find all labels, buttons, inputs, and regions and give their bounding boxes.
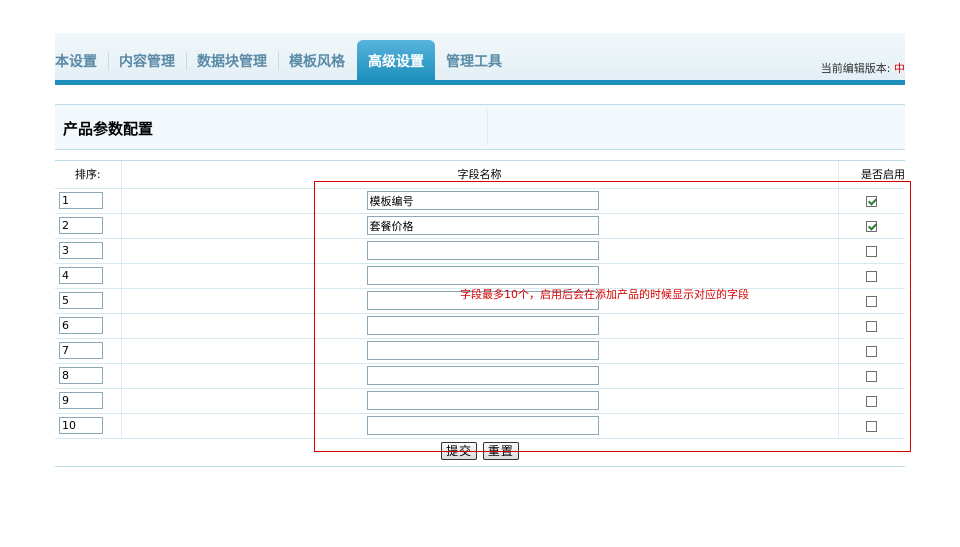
tab-data-block-management[interactable]: 数据块管理	[186, 40, 278, 80]
enabled-checkbox[interactable]	[866, 345, 878, 357]
nav-tabs: 本设置 内容管理 数据块管理 模板风格 高级设置 管理工具	[55, 40, 513, 80]
table-row	[55, 238, 905, 264]
header-order: 排序:	[55, 161, 122, 189]
field-name-input[interactable]	[366, 266, 599, 285]
reset-button[interactable]: 重置	[482, 441, 519, 460]
current-version: 当前编辑版本: 中	[821, 60, 905, 76]
order-input[interactable]	[59, 367, 103, 384]
field-name-input[interactable]	[366, 241, 599, 260]
enabled-cell	[838, 363, 905, 389]
field-name-cell	[121, 313, 839, 339]
enabled-checkbox[interactable]	[866, 395, 878, 407]
table-row	[55, 188, 905, 214]
enabled-checkbox[interactable]	[866, 320, 878, 332]
version-label: 当前编辑版本:	[820, 62, 891, 75]
tab-management-tools[interactable]: 管理工具	[435, 40, 513, 80]
order-input[interactable]	[59, 317, 103, 334]
order-input[interactable]	[59, 217, 103, 234]
enabled-checkbox[interactable]	[866, 270, 878, 282]
table-row	[55, 313, 905, 339]
field-name-input[interactable]	[366, 316, 599, 335]
enabled-checkbox[interactable]	[866, 220, 878, 232]
order-cell	[55, 388, 122, 414]
order-input[interactable]	[59, 342, 103, 359]
order-input[interactable]	[59, 417, 103, 434]
enabled-cell	[838, 188, 905, 214]
field-name-input[interactable]	[366, 416, 599, 435]
enabled-cell	[838, 313, 905, 339]
field-name-input[interactable]	[366, 216, 599, 235]
order-cell	[55, 313, 122, 339]
enabled-cell	[838, 238, 905, 264]
enabled-checkbox[interactable]	[866, 195, 878, 207]
field-name-cell	[121, 338, 839, 364]
enabled-checkbox[interactable]	[866, 295, 878, 307]
enabled-cell	[838, 263, 905, 289]
field-name-input[interactable]	[366, 341, 599, 360]
order-cell	[55, 213, 122, 239]
params-table-container: 排序: 字段名称 是否启用 提交 重置	[55, 160, 905, 467]
table-header-row: 排序: 字段名称 是否启用	[55, 161, 905, 189]
field-name-cell	[121, 213, 839, 239]
enabled-cell	[838, 413, 905, 439]
header-divider	[487, 109, 488, 145]
order-input[interactable]	[59, 292, 103, 309]
field-name-cell	[121, 413, 839, 439]
order-cell	[55, 413, 122, 439]
version-value[interactable]: 中	[894, 62, 905, 75]
table-row	[55, 388, 905, 414]
submit-button[interactable]: 提交	[441, 441, 478, 460]
order-cell	[55, 263, 122, 289]
order-cell	[55, 238, 122, 264]
page-title: 产品参数配置	[63, 120, 154, 138]
annotation-note: 字段最多10个，启用后会在添加产品的时候显示对应的字段	[460, 288, 749, 301]
table-row	[55, 338, 905, 364]
field-name-cell	[121, 363, 839, 389]
form-actions: 提交 重置	[55, 439, 905, 467]
enabled-checkbox[interactable]	[866, 370, 878, 382]
enabled-cell	[838, 213, 905, 239]
order-input[interactable]	[59, 392, 103, 409]
field-name-cell	[121, 388, 839, 414]
field-name-cell	[121, 188, 839, 214]
tab-basic-settings[interactable]: 本设置	[55, 40, 108, 80]
table-row	[55, 263, 905, 289]
order-cell	[55, 363, 122, 389]
order-cell	[55, 288, 122, 314]
enabled-cell	[838, 338, 905, 364]
header-field-name: 字段名称	[121, 161, 839, 189]
tab-content-management[interactable]: 内容管理	[108, 40, 186, 80]
order-cell	[55, 188, 122, 214]
enabled-cell	[838, 388, 905, 414]
tab-template-style[interactable]: 模板风格	[278, 40, 356, 80]
order-input[interactable]	[59, 267, 103, 284]
enabled-checkbox[interactable]	[866, 420, 878, 432]
header-enabled: 是否启用	[838, 161, 905, 189]
field-name-input[interactable]	[366, 366, 599, 385]
panel-header: 产品参数配置	[55, 104, 905, 150]
order-input[interactable]	[59, 242, 103, 259]
field-name-cell	[121, 238, 839, 264]
field-name-input[interactable]	[366, 391, 599, 410]
tab-advanced-settings[interactable]: 高级设置	[357, 40, 435, 80]
order-input[interactable]	[59, 192, 103, 209]
table-row	[55, 413, 905, 439]
table-row	[55, 363, 905, 389]
field-name-input[interactable]	[366, 191, 599, 210]
top-navigation: 本设置 内容管理 数据块管理 模板风格 高级设置 管理工具 当前编辑版本: 中	[55, 33, 905, 85]
field-name-cell	[121, 263, 839, 289]
table-row	[55, 213, 905, 239]
enabled-cell	[838, 288, 905, 314]
enabled-checkbox[interactable]	[866, 245, 878, 257]
order-cell	[55, 338, 122, 364]
